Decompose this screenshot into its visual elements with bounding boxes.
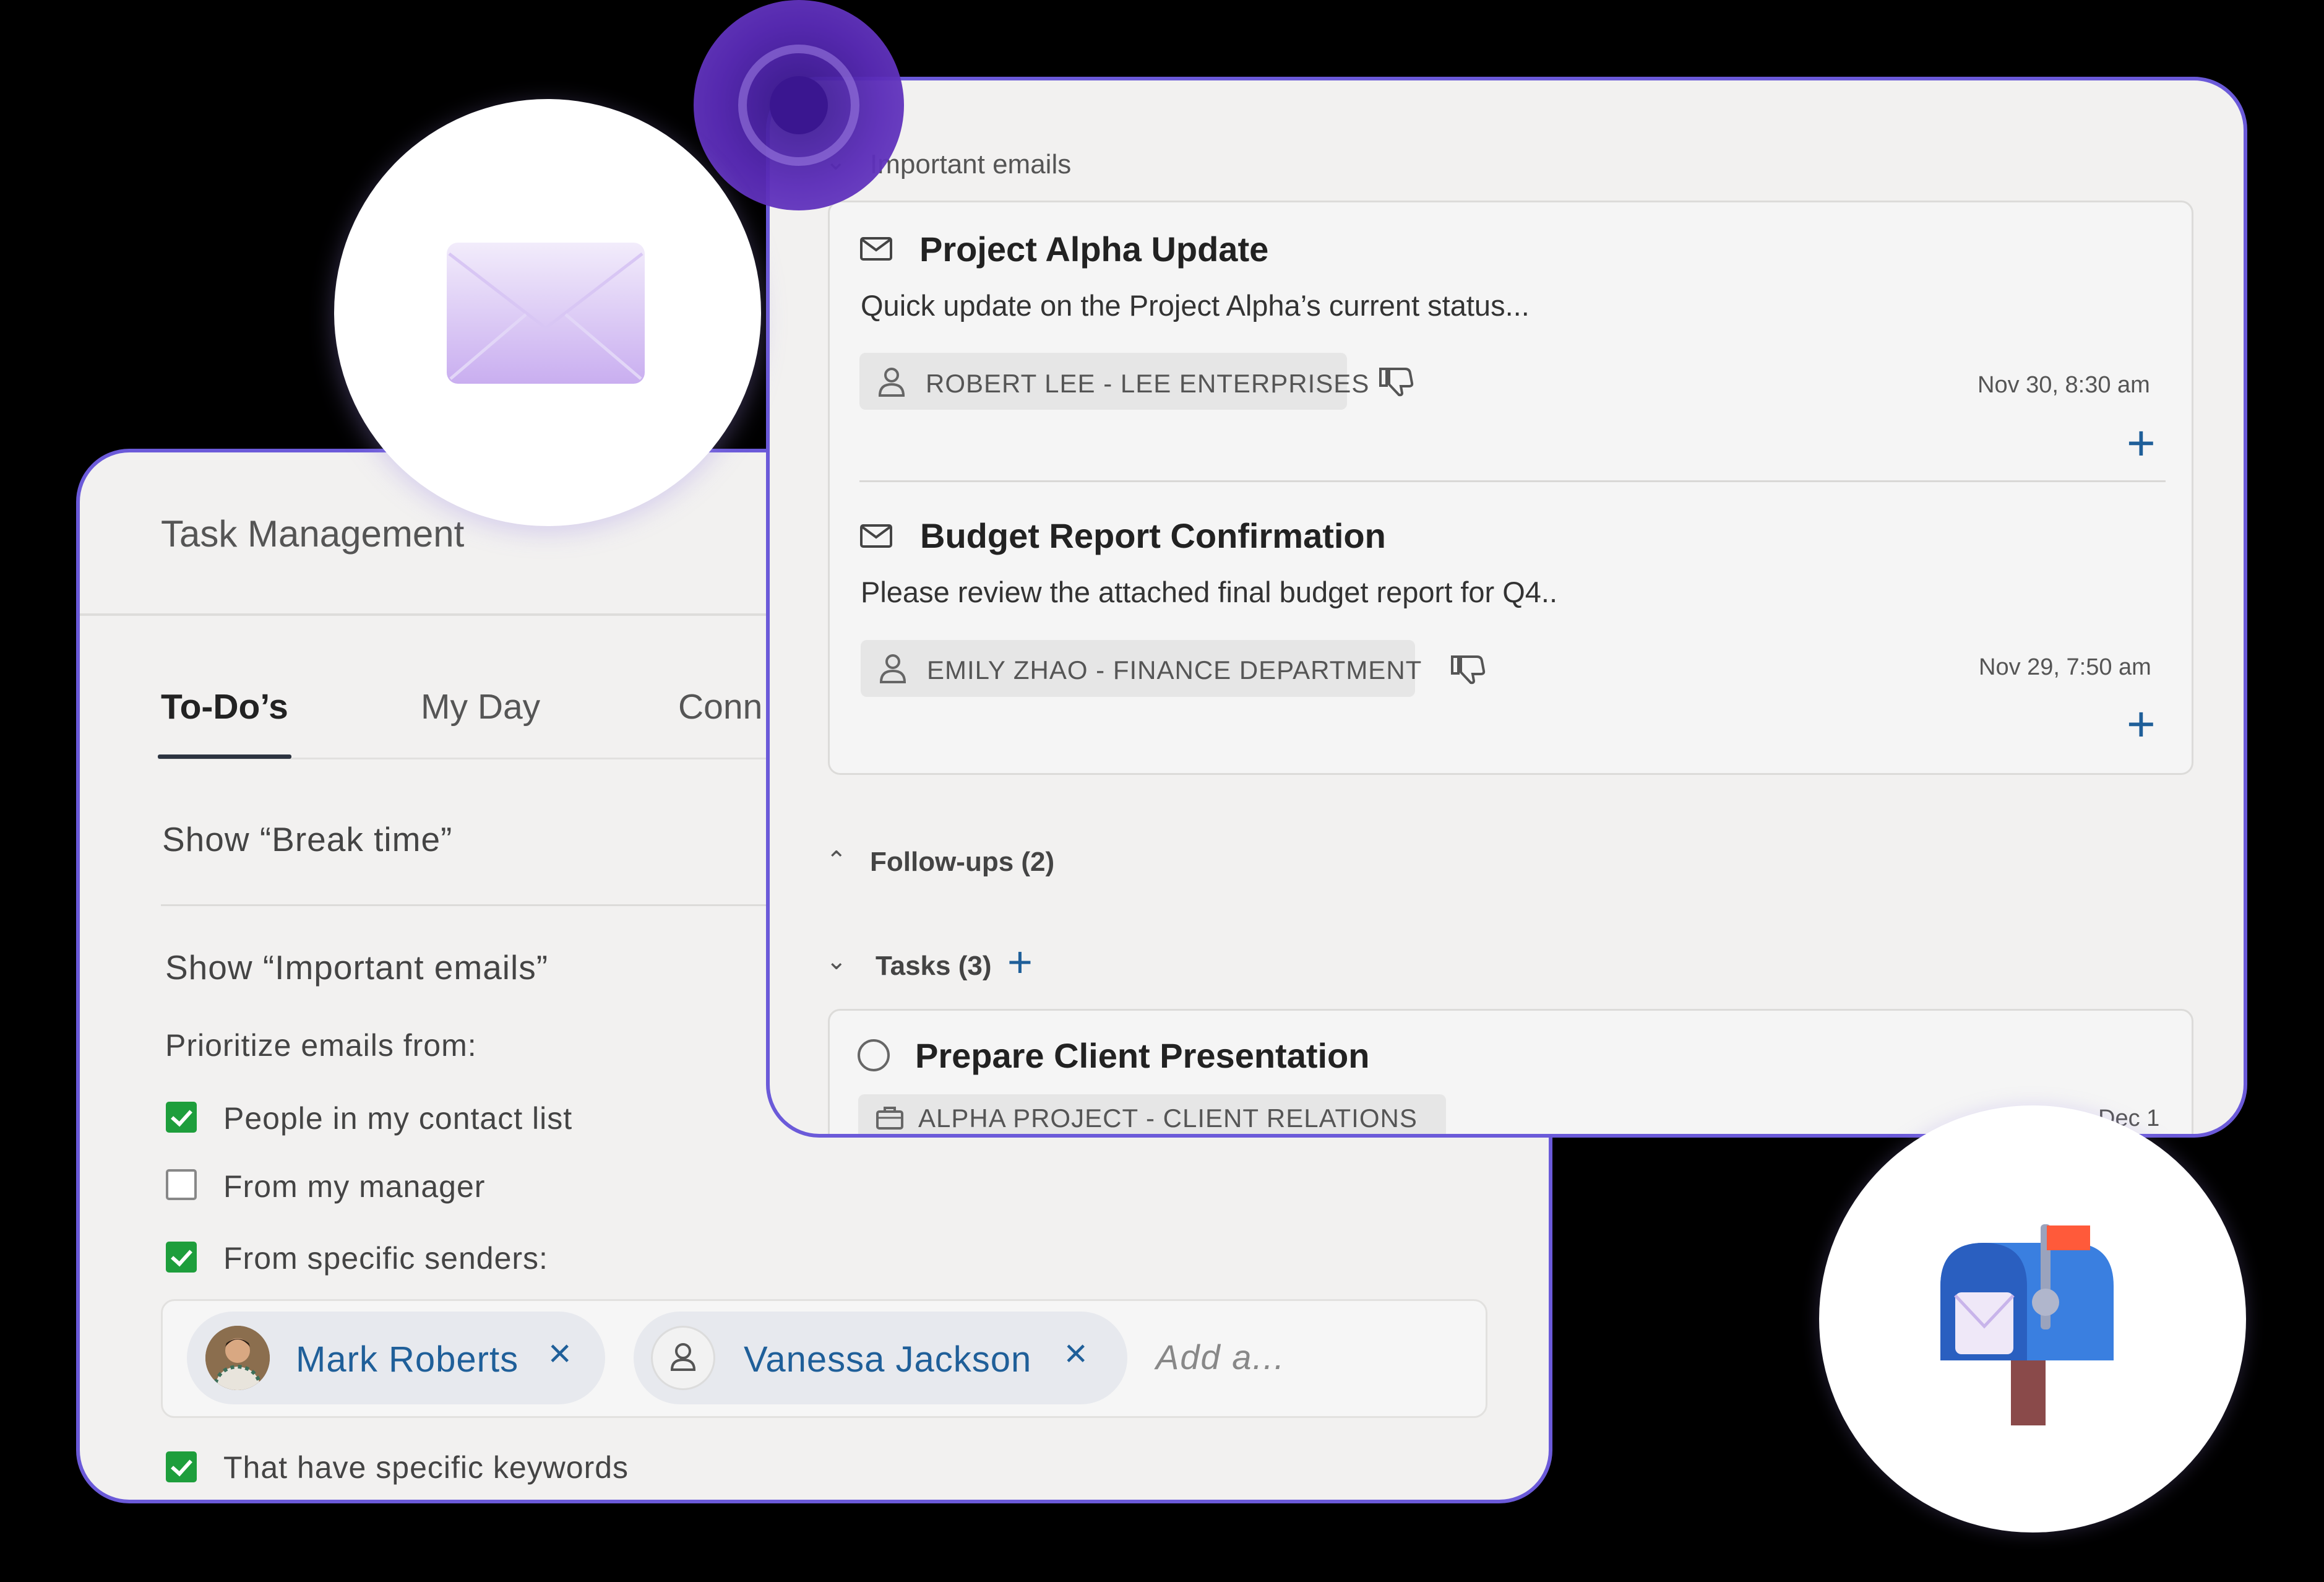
email-date: Nov 30, 8:30 am — [1978, 372, 2150, 398]
contact-list-checkbox[interactable] — [166, 1102, 197, 1133]
prioritize-label: Prioritize emails from: — [165, 1028, 477, 1063]
person-icon — [878, 652, 908, 686]
sender-chip-name: Vanessa Jackson — [744, 1339, 1032, 1380]
important-emails-heading[interactable]: Important emails — [870, 149, 1071, 180]
add-icon[interactable]: + — [2127, 415, 2156, 472]
contact-list-label: People in my contact list — [223, 1101, 573, 1136]
email-preview: Please review the attached final budget … — [861, 576, 1558, 608]
divider — [859, 480, 2166, 482]
mail-icon — [859, 236, 893, 264]
panel-title: Task Management — [161, 513, 465, 555]
show-break-time-setting[interactable]: Show “Break time” — [162, 819, 452, 859]
tab-todos[interactable]: To-Do’s — [161, 686, 288, 727]
person-icon — [877, 366, 906, 400]
chevron-down-icon[interactable]: ⌄ — [826, 947, 847, 975]
chevron-up-icon[interactable]: ⌄ — [826, 844, 847, 873]
tab-my-day[interactable]: My Day — [421, 686, 540, 727]
tab-connections[interactable]: Conn — [678, 686, 762, 727]
emails-panel: ⌄ Important emails Project Alpha Update … — [766, 77, 2247, 1138]
sender-name: ROBERT LEE - LEE ENTERPRISES — [926, 369, 1370, 398]
email-title[interactable]: Budget Report Confirmation — [920, 516, 1386, 556]
envelope-icon — [445, 241, 646, 388]
email-date: Nov 29, 7:50 am — [1979, 654, 2151, 680]
followups-heading[interactable]: Follow-ups (2) — [870, 847, 1054, 878]
specific-senders-label: From specific senders: — [223, 1241, 548, 1276]
show-important-emails-setting[interactable]: Show “Important emails” — [165, 948, 548, 987]
remove-sender-button[interactable]: × — [548, 1330, 571, 1376]
add-icon[interactable]: + — [2127, 696, 2156, 753]
mail-icon — [859, 524, 893, 551]
add-sender-placeholder[interactable]: Add a... — [1156, 1337, 1285, 1377]
project-name: ALPHA PROJECT - CLIENT RELATIONS — [918, 1104, 1418, 1133]
task-complete-radio[interactable] — [858, 1039, 890, 1071]
sender-chip-name: Mark Roberts — [296, 1339, 519, 1380]
specific-senders-checkbox[interactable] — [166, 1242, 197, 1273]
email-title[interactable]: Project Alpha Update — [919, 229, 1268, 269]
thumbs-down-icon[interactable] — [1379, 366, 1414, 404]
active-tab-indicator — [158, 754, 291, 759]
thumbs-down-icon[interactable] — [1450, 654, 1486, 691]
briefcase-icon — [876, 1105, 904, 1133]
email-preview: Quick update on the Project Alpha’s curr… — [861, 289, 1530, 322]
keywords-label: That have specific keywords — [223, 1450, 629, 1485]
decorative-dot — [770, 76, 828, 134]
tasks-heading[interactable]: Tasks (3) — [876, 951, 992, 982]
divider — [161, 904, 780, 906]
avatar — [205, 1326, 270, 1390]
add-task-icon[interactable]: + — [1007, 937, 1033, 987]
manager-checkbox[interactable] — [166, 1169, 197, 1200]
remove-sender-button[interactable]: × — [1064, 1330, 1087, 1376]
manager-label: From my manager — [223, 1169, 486, 1204]
task-title[interactable]: Prepare Client Presentation — [915, 1035, 1369, 1076]
sender-name: EMILY ZHAO - FINANCE DEPARTMENT — [927, 655, 1422, 685]
keywords-checkbox[interactable] — [166, 1451, 197, 1482]
person-icon — [651, 1326, 715, 1390]
mailbox-icon — [1937, 1218, 2122, 1432]
